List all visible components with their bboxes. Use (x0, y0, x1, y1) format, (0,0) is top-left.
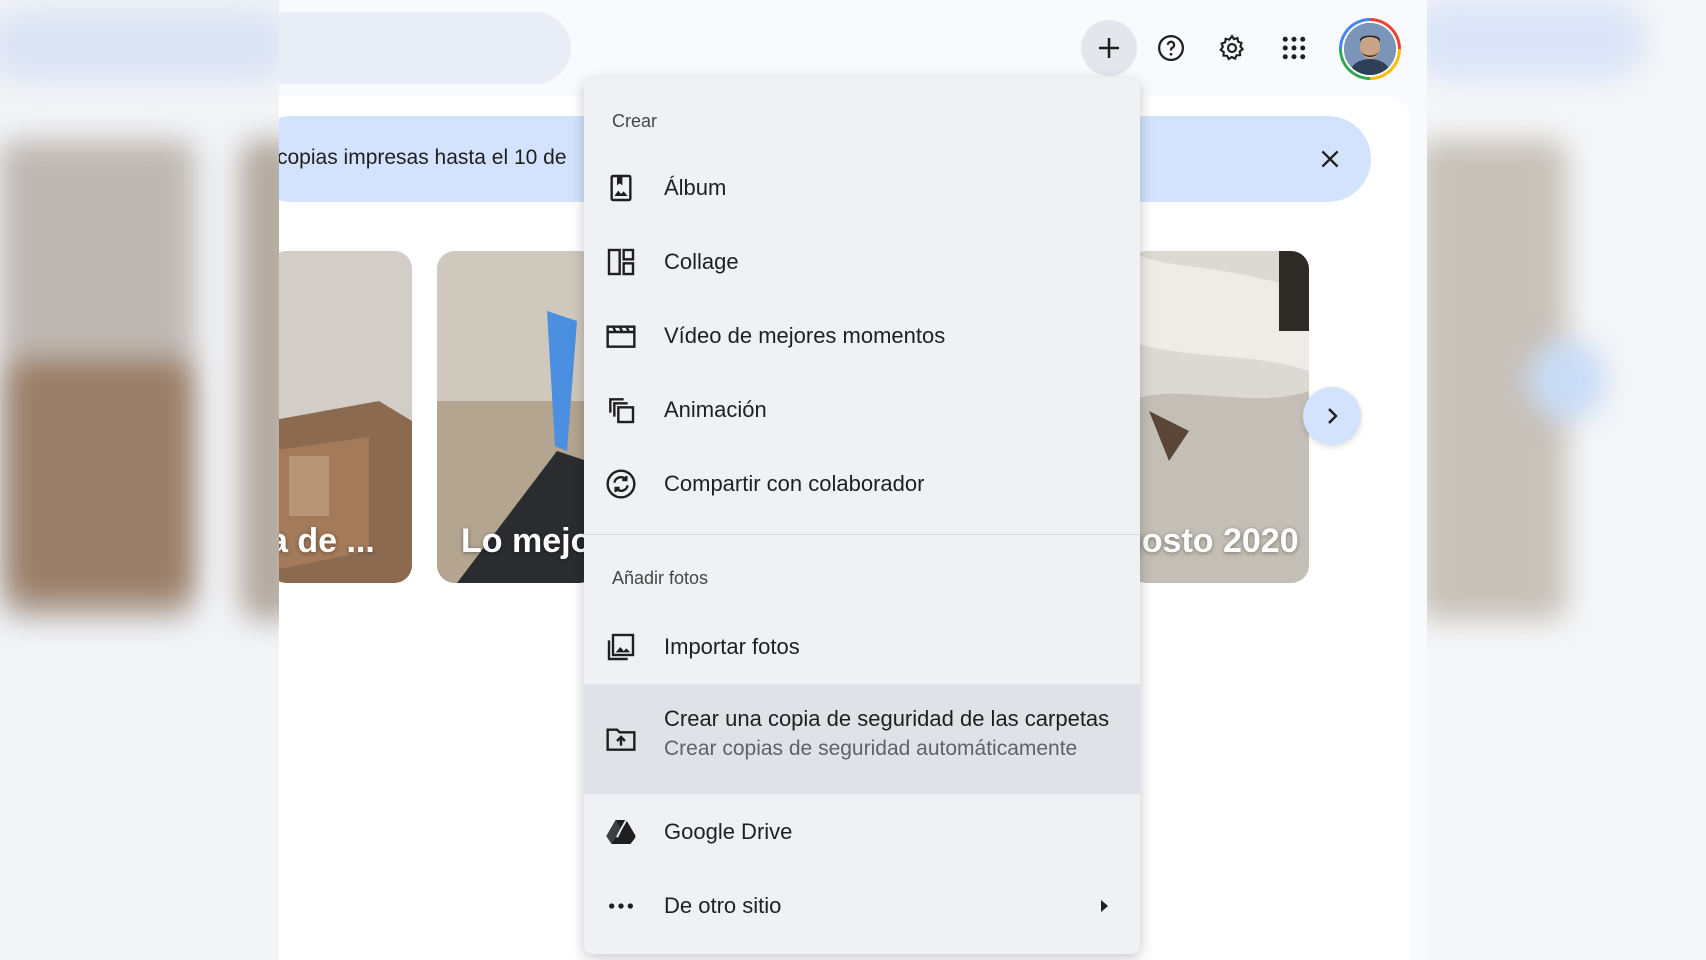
memory-card[interactable]: Lo mejo (437, 251, 597, 583)
blurred-right-backdrop (1427, 0, 1706, 960)
settings-button[interactable] (1204, 20, 1260, 76)
collage-icon (607, 248, 635, 276)
photos-screen: copias impresas hasta el 10 de a de ... … (279, 0, 1427, 960)
drive-icon (606, 819, 636, 844)
share-icon (606, 469, 636, 499)
import-photos-icon (607, 633, 635, 661)
menu-item-label: Animación (664, 397, 767, 422)
menu-item-label: Importar fotos (664, 634, 800, 659)
apps-button[interactable] (1266, 20, 1322, 76)
card-title: gosto 2020 (1129, 522, 1299, 560)
account-avatar[interactable] (1339, 18, 1401, 80)
gear-icon (1219, 34, 1245, 61)
menu-item-highlight-video[interactable]: Vídeo de mejores momentos (584, 299, 1140, 373)
menu-item-label: Crear una copia de seguridad de las carp… (664, 706, 1110, 731)
memory-card[interactable]: a de ... (279, 251, 412, 583)
menu-item-animation[interactable]: Animación (584, 373, 1140, 447)
banner-close-button[interactable] (1312, 141, 1348, 177)
plus-icon (1099, 38, 1119, 58)
folder-upload-icon (606, 728, 636, 751)
apps-grid-icon (1282, 36, 1306, 60)
menu-item-share-collaborator[interactable]: Compartir con colaborador (584, 447, 1140, 521)
banner-text: copias impresas hasta el 10 de (279, 146, 567, 169)
menu-item-label: Álbum (664, 175, 727, 200)
help-icon (1158, 35, 1184, 61)
chevron-right-icon (1328, 408, 1338, 424)
album-icon (610, 174, 632, 202)
submenu-arrow-icon (1101, 900, 1108, 912)
card-title: Lo mejo (461, 522, 592, 560)
animation-icon (609, 398, 635, 424)
movie-icon (606, 325, 636, 348)
menu-item-label: Vídeo de mejores momentos (664, 323, 946, 348)
search-bar[interactable] (279, 12, 571, 84)
menu-item-label: Compartir con colaborador (664, 471, 925, 496)
menu-divider (584, 534, 1140, 535)
close-icon (1321, 150, 1339, 168)
menu-item-album[interactable]: Álbum (584, 151, 1140, 225)
menu-item-label: Collage (664, 249, 739, 274)
card-title: a de ... (279, 522, 375, 560)
help-button[interactable] (1143, 20, 1199, 76)
avatar-photo (1344, 23, 1396, 75)
menu-item-collage[interactable]: Collage (584, 225, 1140, 299)
section-label-create: Crear (612, 111, 658, 131)
person-photo-icon (1344, 23, 1396, 75)
menu-item-backup-folders[interactable]: Crear una copia de seguridad de las carp… (584, 684, 1140, 794)
menu-item-label: De otro sitio (664, 893, 782, 918)
create-menu: Crear Álbum Collage Vídeo de mejores mom… (584, 78, 1140, 954)
memory-card[interactable]: gosto 2020 (1129, 251, 1309, 583)
more-horiz-icon (609, 903, 633, 909)
menu-item-sublabel: Crear copias de seguridad automáticament… (664, 737, 1078, 760)
blurred-left-backdrop (0, 0, 279, 960)
create-button[interactable] (1081, 20, 1137, 76)
carousel-next-button[interactable] (1303, 387, 1361, 445)
section-label-add-photos: Añadir fotos (612, 568, 709, 588)
menu-item-label: Google Drive (664, 819, 793, 844)
menu-item-import-photos[interactable]: Importar fotos (584, 610, 1140, 684)
menu-item-other-source[interactable]: De otro sitio (584, 869, 1140, 943)
menu-item-google-drive[interactable]: Google Drive (584, 795, 1140, 869)
